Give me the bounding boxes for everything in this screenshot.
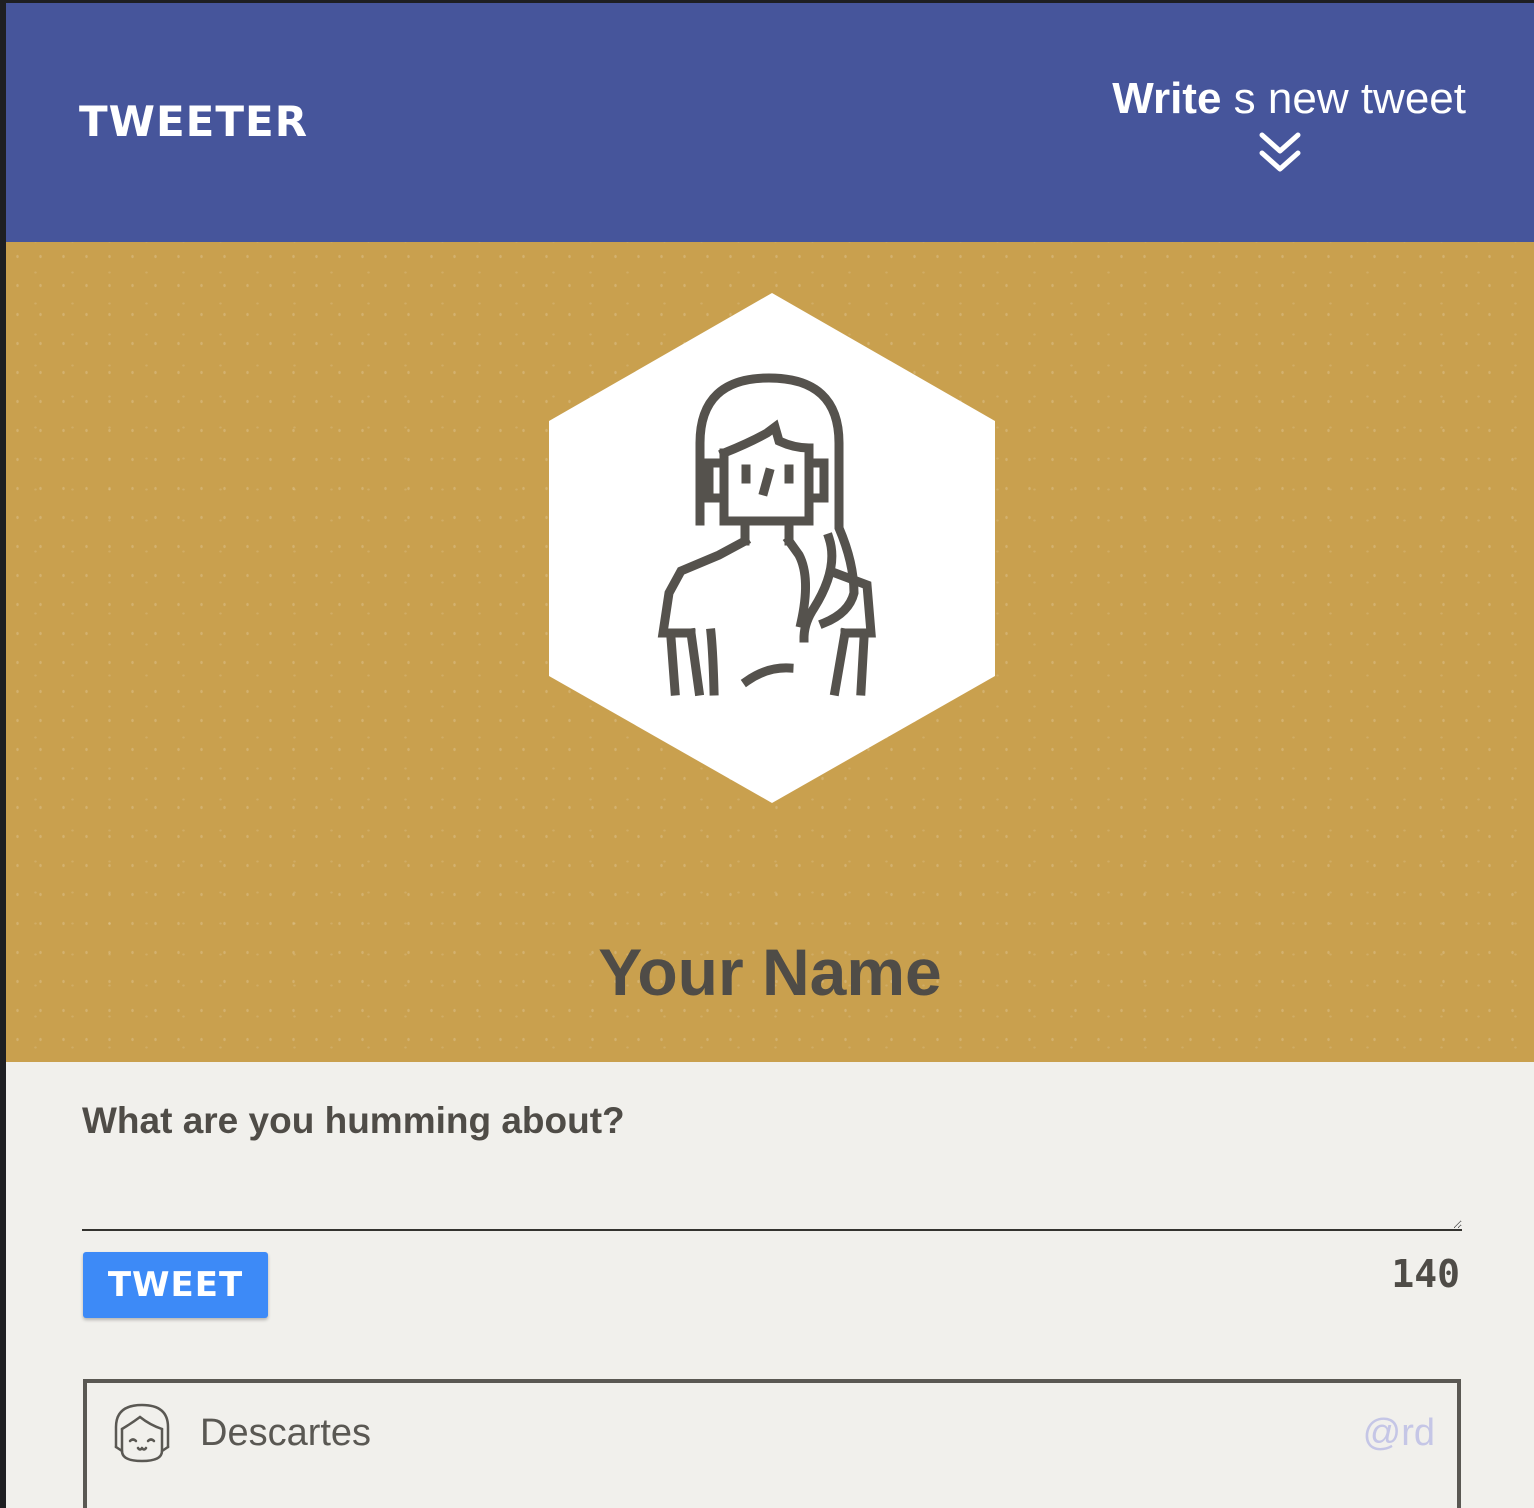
tweet-card[interactable]: Descartes @rd bbox=[83, 1379, 1461, 1508]
compose-form: What are you humming about? bbox=[82, 1093, 1462, 1243]
tweet-button[interactable]: TWEET bbox=[83, 1252, 268, 1318]
compose-prompt-label: What are you humming about? bbox=[82, 1100, 625, 1141]
profile-banner: Your Name bbox=[6, 242, 1534, 1062]
app-logo[interactable]: TWEETER bbox=[79, 97, 308, 147]
write-new-tweet-label: Write s new tweet bbox=[1106, 71, 1466, 127]
tweet-author-handle[interactable]: @rd bbox=[1363, 1409, 1435, 1457]
write-new-tweet-label-bold: Write bbox=[1112, 74, 1222, 123]
write-new-tweet-toggle[interactable]: Write s new tweet bbox=[1106, 71, 1466, 181]
profile-avatar[interactable] bbox=[549, 293, 995, 803]
char-counter: 140 bbox=[1391, 1252, 1460, 1296]
app-window: TWEETER Write s new tweet Your Name What… bbox=[6, 3, 1534, 1508]
tweet-author-name: Descartes bbox=[200, 1412, 372, 1454]
top-nav: TWEETER Write s new tweet bbox=[6, 3, 1534, 242]
write-new-tweet-label-rest: s new tweet bbox=[1221, 74, 1466, 123]
profile-name: Your Name bbox=[598, 935, 942, 1009]
tweet-textarea[interactable] bbox=[82, 1153, 1462, 1231]
double-chevron-down-icon bbox=[1259, 132, 1301, 172]
girl-face-icon bbox=[114, 1403, 170, 1463]
